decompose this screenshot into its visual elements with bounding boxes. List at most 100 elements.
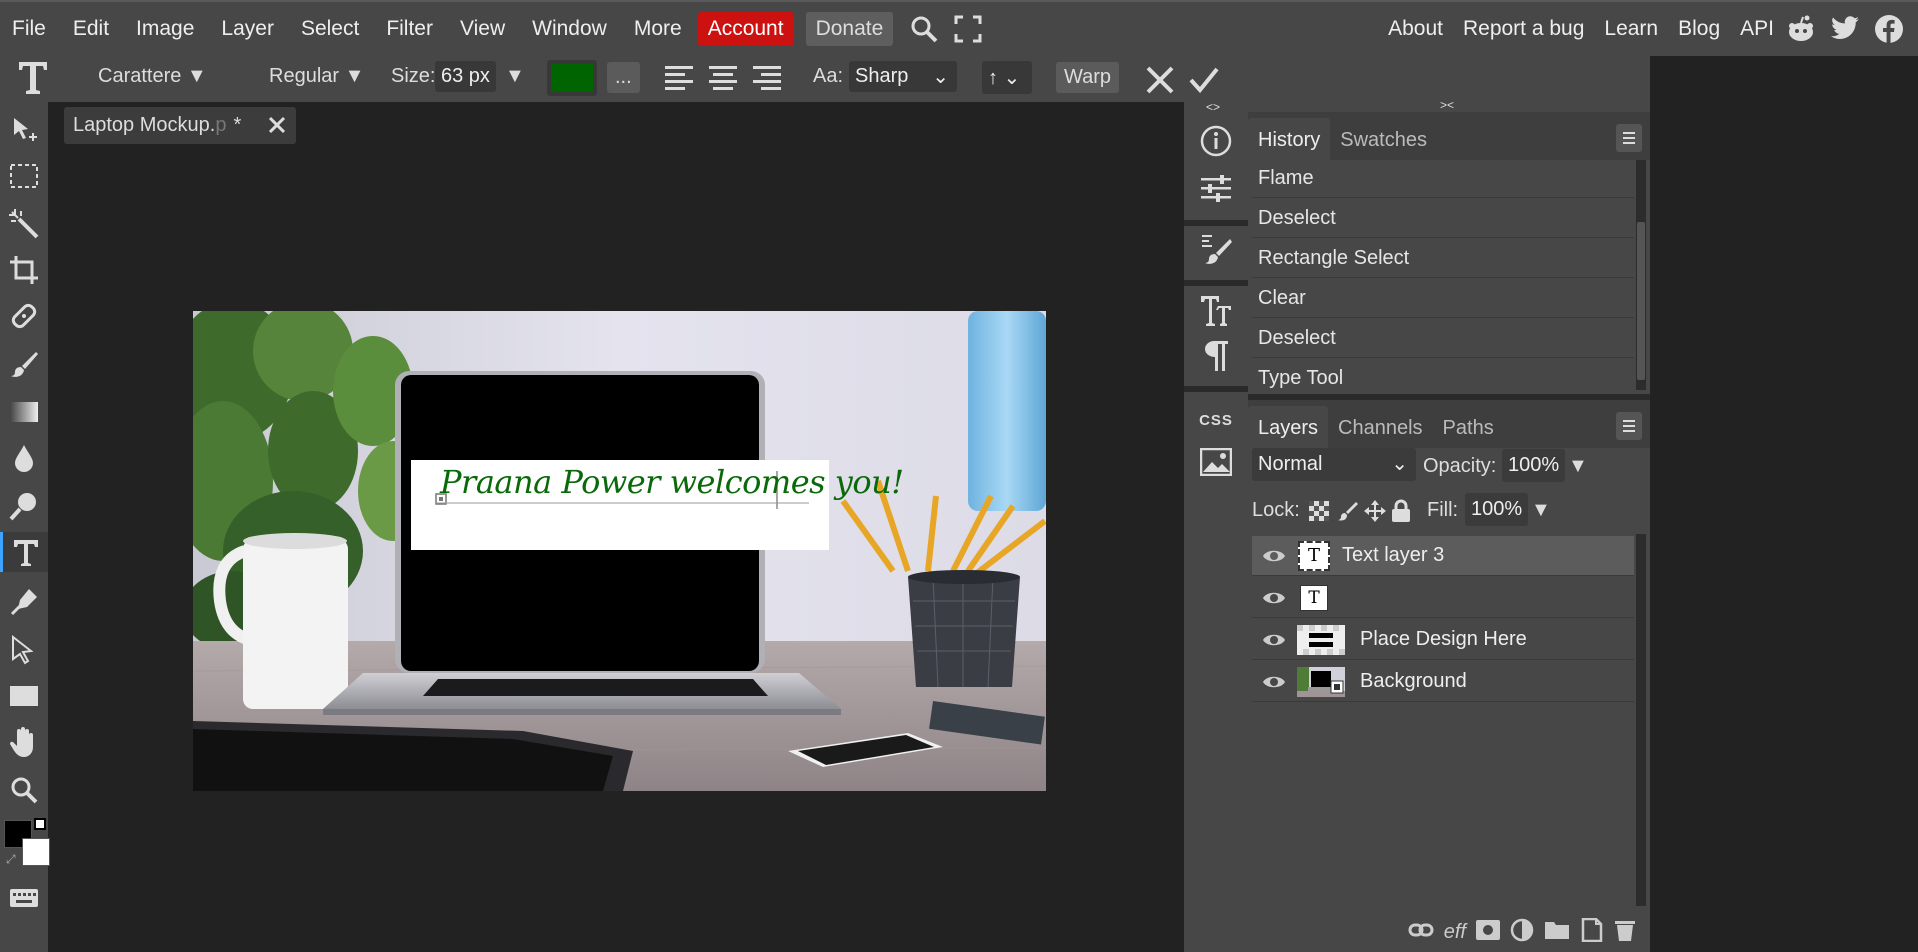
expand-panels-icon[interactable]: <> xyxy=(1206,100,1220,114)
lock-pixels-icon[interactable] xyxy=(1336,500,1358,527)
size-input[interactable]: 63 px xyxy=(435,61,496,92)
history-panel-menu-icon[interactable] xyxy=(1616,124,1642,152)
commit-edit-icon[interactable] xyxy=(1188,65,1220,100)
delete-layer-icon[interactable] xyxy=(1614,918,1636,947)
visibility-eye-icon[interactable] xyxy=(1256,548,1292,564)
link-layers-icon[interactable] xyxy=(1408,922,1434,943)
add-mask-icon[interactable] xyxy=(1476,919,1500,945)
tab-history[interactable]: History xyxy=(1248,118,1331,160)
type-tool-button[interactable] xyxy=(0,532,48,572)
layer-row[interactable]: T Text layer 3 xyxy=(1252,536,1634,576)
lock-transparency-icon[interactable] xyxy=(1309,501,1329,526)
menu-window[interactable]: Window xyxy=(532,17,607,41)
paragraph-icon[interactable] xyxy=(1196,336,1236,376)
menu-view[interactable]: View xyxy=(460,17,505,41)
info-icon[interactable] xyxy=(1196,121,1236,161)
visibility-eye-icon[interactable] xyxy=(1256,674,1292,690)
character-icon[interactable] xyxy=(1196,290,1236,330)
layer-row[interactable]: Place Design Here xyxy=(1252,620,1634,660)
layers-scrollbar[interactable] xyxy=(1636,534,1646,906)
history-item[interactable]: Type Tool xyxy=(1252,360,1634,398)
layers-panel-menu-icon[interactable] xyxy=(1616,412,1642,440)
adjustment-layer-icon[interactable] xyxy=(1510,918,1534,947)
collapse-panels-icon[interactable]: >< xyxy=(1440,98,1454,112)
history-item[interactable]: Deselect xyxy=(1252,200,1634,238)
search-icon[interactable] xyxy=(905,10,943,48)
font-style-select[interactable]: Regular ▼ xyxy=(269,65,364,88)
fill-dropdown-icon[interactable]: ▼ xyxy=(1531,499,1551,522)
menu-image[interactable]: Image xyxy=(136,17,194,41)
font-family-select[interactable]: Carattere ▼ xyxy=(98,65,207,88)
zoom-tool-icon[interactable] xyxy=(6,772,42,808)
css-icon[interactable]: CSS xyxy=(1196,400,1236,440)
blur-tool-icon[interactable] xyxy=(6,440,42,476)
document-tab[interactable]: Laptop Mockup. p * xyxy=(64,107,296,144)
fill-input[interactable]: 100% xyxy=(1465,493,1529,526)
lock-all-icon[interactable] xyxy=(1391,499,1411,528)
menu-filter[interactable]: Filter xyxy=(386,17,433,41)
menu-blog[interactable]: Blog xyxy=(1678,17,1720,41)
align-right-icon[interactable] xyxy=(752,64,782,99)
tab-layers[interactable]: Layers xyxy=(1248,406,1329,448)
dodge-tool-icon[interactable] xyxy=(6,488,42,524)
tab-channels[interactable]: Channels xyxy=(1328,406,1433,448)
tab-swatches[interactable]: Swatches xyxy=(1330,118,1437,160)
background-color-swatch[interactable] xyxy=(22,838,50,866)
menu-api[interactable]: API xyxy=(1740,17,1774,41)
crop-tool-icon[interactable] xyxy=(6,252,42,288)
screen-text-layer[interactable]: Praana Power welcomes you! xyxy=(440,463,904,501)
healing-brush-icon[interactable] xyxy=(6,298,42,334)
brush-tool-icon[interactable] xyxy=(6,346,42,382)
account-button[interactable]: Account xyxy=(697,12,794,46)
new-group-icon[interactable] xyxy=(1544,920,1570,945)
history-item[interactable]: Rectangle Select xyxy=(1252,240,1634,278)
menu-learn[interactable]: Learn xyxy=(1604,17,1658,41)
menu-edit[interactable]: Edit xyxy=(73,17,109,41)
move-tool-icon[interactable] xyxy=(6,112,42,148)
swap-colors-icon[interactable] xyxy=(34,818,46,830)
path-select-icon[interactable] xyxy=(6,632,42,668)
history-scrollbar-thumb[interactable] xyxy=(1637,222,1645,380)
layer-effects-icon[interactable]: eff xyxy=(1444,921,1466,944)
image-icon[interactable] xyxy=(1196,442,1236,482)
marquee-tool-icon[interactable] xyxy=(6,158,42,194)
menu-file[interactable]: File xyxy=(12,17,46,41)
facebook-icon[interactable] xyxy=(1874,14,1904,44)
history-item[interactable]: Flame xyxy=(1252,160,1634,198)
fullscreen-icon[interactable] xyxy=(949,10,987,48)
layer-row[interactable]: T xyxy=(1252,578,1634,618)
rectangle-tool-icon[interactable] xyxy=(6,678,42,714)
blend-mode-select[interactable]: Normal ⌄ xyxy=(1252,448,1416,481)
menu-more[interactable]: More xyxy=(634,17,682,41)
history-scrollbar[interactable] xyxy=(1636,160,1646,390)
menu-about[interactable]: About xyxy=(1388,17,1443,41)
brush-settings-icon[interactable] xyxy=(1196,230,1236,270)
menu-layer[interactable]: Layer xyxy=(221,17,274,41)
antialias-select[interactable]: Sharp ⌄ xyxy=(849,61,957,92)
pen-tool-icon[interactable] xyxy=(6,584,42,620)
size-dropdown-icon[interactable]: ▼ xyxy=(505,65,525,88)
history-item[interactable]: Deselect xyxy=(1252,320,1634,358)
menu-report-bug[interactable]: Report a bug xyxy=(1463,17,1584,41)
text-color-swatch[interactable] xyxy=(547,60,597,96)
reddit-icon[interactable] xyxy=(1786,14,1816,44)
visibility-eye-icon[interactable] xyxy=(1256,632,1292,648)
align-left-icon[interactable] xyxy=(664,64,694,99)
opacity-dropdown-icon[interactable]: ▼ xyxy=(1568,455,1588,478)
visibility-eye-icon[interactable] xyxy=(1256,590,1292,606)
align-center-icon[interactable] xyxy=(708,64,738,99)
twitter-icon[interactable] xyxy=(1830,14,1860,44)
hand-tool-icon[interactable] xyxy=(6,724,42,760)
tab-paths[interactable]: Paths xyxy=(1433,406,1504,448)
donate-button[interactable]: Donate xyxy=(805,12,894,46)
warp-button[interactable]: Warp xyxy=(1056,62,1120,93)
gradient-tool-icon[interactable] xyxy=(6,394,42,430)
new-layer-icon[interactable] xyxy=(1580,917,1604,947)
close-document-icon[interactable] xyxy=(268,116,286,140)
more-options-button[interactable]: ... xyxy=(607,62,640,93)
reset-colors-icon[interactable]: ⤢ xyxy=(6,852,16,867)
menu-select[interactable]: Select xyxy=(301,17,359,41)
document-canvas[interactable]: Praana Power welcomes you! xyxy=(193,311,1046,791)
cancel-edit-icon[interactable] xyxy=(1144,64,1176,101)
layer-row[interactable]: Background xyxy=(1252,662,1634,702)
